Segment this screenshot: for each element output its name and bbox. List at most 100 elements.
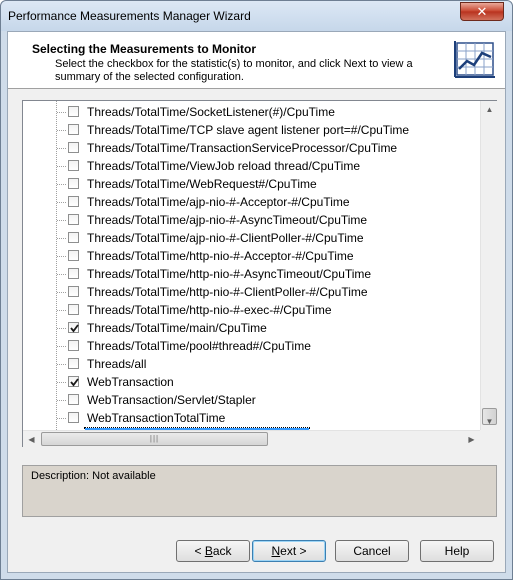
tree-item-checkbox[interactable] bbox=[68, 250, 79, 261]
tree-item-checkbox[interactable] bbox=[68, 304, 79, 315]
wizard-header: Selecting the Measurements to Monitor Se… bbox=[8, 32, 505, 89]
tree-item-label[interactable]: Threads/TotalTime/http-nio-#-Acceptor-#/… bbox=[85, 248, 356, 264]
tree-branch-line bbox=[57, 382, 66, 383]
vertical-scrollbar[interactable]: ▲ ▼ bbox=[480, 101, 497, 430]
tree-branch-line bbox=[57, 112, 66, 113]
tree-item-checkbox[interactable] bbox=[68, 160, 79, 171]
description-text: Description: Not available bbox=[31, 470, 156, 482]
back-button[interactable]: < Back bbox=[176, 540, 250, 562]
tree-branch-line bbox=[57, 148, 66, 149]
tree-item-label[interactable]: Threads/TotalTime/ajp-nio-#-ClientPoller… bbox=[85, 230, 366, 246]
tree-item-checkbox[interactable] bbox=[68, 106, 79, 117]
tree-item[interactable]: Threads/all bbox=[23, 355, 480, 373]
tree-item-label[interactable]: Threads/TotalTime/TransactionServiceProc… bbox=[85, 140, 399, 156]
tree-item[interactable]: WebTransaction bbox=[23, 373, 480, 391]
tree-branch-line bbox=[57, 346, 66, 347]
back-label: ack bbox=[212, 544, 232, 558]
page-title: Selecting the Measurements to Monitor bbox=[32, 42, 257, 56]
tree-branch-line bbox=[57, 400, 66, 401]
description-panel: Description: Not available bbox=[22, 465, 497, 517]
tree-branch-line bbox=[57, 220, 66, 221]
tree-item-label[interactable]: Threads/TotalTime/SocketListener(#)/CpuT… bbox=[85, 104, 337, 120]
help-button[interactable]: Help bbox=[420, 540, 494, 562]
tree-item[interactable]: Threads/TotalTime/SocketListener(#)/CpuT… bbox=[23, 103, 480, 121]
tree-item-checkbox[interactable] bbox=[68, 142, 79, 153]
tree-item[interactable]: Threads/TotalTime/main/CpuTime bbox=[23, 319, 480, 337]
tree-item-checkbox[interactable] bbox=[68, 196, 79, 207]
chart-icon bbox=[454, 41, 495, 78]
tree-item[interactable]: Threads/TotalTime/ajp-nio-#-AsyncTimeout… bbox=[23, 211, 480, 229]
close-icon[interactable]: ✕ bbox=[460, 2, 504, 21]
tree-branch-line bbox=[57, 310, 66, 311]
window-title: Performance Measurements Manager Wizard bbox=[8, 9, 251, 23]
tree-item-label[interactable]: Threads/TotalTime/main/CpuTime bbox=[85, 320, 269, 336]
tree-item-checkbox[interactable] bbox=[68, 340, 79, 351]
scroll-left-arrow-icon[interactable]: ◀ bbox=[23, 431, 40, 448]
tree-item-checkbox[interactable] bbox=[68, 124, 79, 135]
scrollbar-corner bbox=[480, 430, 497, 447]
tree-item-checkbox[interactable] bbox=[68, 214, 79, 225]
tree-item-label[interactable]: Threads/TotalTime/http-nio-#-exec-#/CpuT… bbox=[85, 302, 334, 318]
tree-item-checkbox[interactable] bbox=[68, 232, 79, 243]
scroll-up-arrow-icon[interactable]: ▲ bbox=[481, 101, 498, 118]
tree-item[interactable]: Threads/TotalTime/WebRequest#/CpuTime bbox=[23, 175, 480, 193]
tree-item[interactable]: Threads/TotalTime/ajp-nio-#-ClientPoller… bbox=[23, 229, 480, 247]
tree-item[interactable]: WebTransaction/Servlet/Stapler bbox=[23, 391, 480, 409]
tree-item-label[interactable]: Threads/TotalTime/pool#thread#/CpuTime bbox=[85, 338, 313, 354]
tree-item-checkbox[interactable] bbox=[68, 358, 79, 369]
tree-item[interactable]: Threads/TotalTime/http-nio-#-exec-#/CpuT… bbox=[23, 301, 480, 319]
tree-item[interactable]: Threads/TotalTime/ajp-nio-#-Acceptor-#/C… bbox=[23, 193, 480, 211]
horizontal-scrollbar[interactable]: ◀ ||| ▶ bbox=[23, 430, 480, 447]
tree-item[interactable]: Threads/TotalTime/TransactionServiceProc… bbox=[23, 139, 480, 157]
tree-item-checkbox[interactable] bbox=[68, 412, 79, 423]
measurements-tree[interactable]: Threads/TotalTime/SocketListener(#)/CpuT… bbox=[22, 100, 497, 447]
tree-item-checkbox[interactable] bbox=[68, 286, 79, 297]
tree-item[interactable]: Threads/TotalTime/TCP slave agent listen… bbox=[23, 121, 480, 139]
tree-item[interactable]: WebTransactionTotalTime bbox=[23, 409, 480, 427]
page-description: Select the checkbox for the statistic(s)… bbox=[55, 58, 413, 83]
tree-item-checkbox[interactable] bbox=[68, 268, 79, 279]
tree-branch-line bbox=[57, 130, 66, 131]
tree-rows: Threads/TotalTime/SocketListener(#)/CpuT… bbox=[23, 101, 480, 430]
tree-branch-line bbox=[57, 418, 66, 419]
next-button[interactable]: Next > bbox=[252, 540, 326, 562]
tree-item[interactable]: Threads/TotalTime/http-nio-#-ClientPolle… bbox=[23, 283, 480, 301]
tree-branch-line bbox=[57, 238, 66, 239]
tree-item-label[interactable]: Threads/TotalTime/http-nio-#-AsyncTimeou… bbox=[85, 266, 373, 282]
tree-item-checkbox[interactable] bbox=[68, 178, 79, 189]
next-mnemonic: N bbox=[271, 544, 281, 558]
tree-item-label[interactable]: WebTransactionTotalTime bbox=[85, 410, 227, 426]
tree-item[interactable]: Threads/TotalTime/http-nio-#-Acceptor-#/… bbox=[23, 247, 480, 265]
tree-item[interactable]: Threads/TotalTime/pool#thread#/CpuTime bbox=[23, 337, 480, 355]
tree-item-label[interactable]: Threads/TotalTime/TCP slave agent listen… bbox=[85, 122, 411, 138]
tree-item-label[interactable]: Threads/TotalTime/WebRequest#/CpuTime bbox=[85, 176, 319, 192]
tree-item-label[interactable]: Threads/all bbox=[85, 356, 148, 372]
tree-item-label[interactable]: WebTransaction bbox=[85, 374, 176, 390]
scroll-down-arrow-icon[interactable]: ▼ bbox=[481, 413, 498, 430]
tree-branch-line bbox=[57, 274, 66, 275]
tree-item-checkbox[interactable] bbox=[68, 394, 79, 405]
tree-item[interactable]: Threads/TotalTime/http-nio-#-AsyncTimeou… bbox=[23, 265, 480, 283]
checkmark-icon bbox=[70, 324, 79, 333]
horizontal-scroll-thumb[interactable]: ||| bbox=[41, 432, 268, 446]
cancel-button[interactable]: Cancel bbox=[335, 540, 409, 562]
scroll-right-arrow-icon[interactable]: ▶ bbox=[463, 431, 480, 448]
tree-item-label[interactable]: WebTransaction/Servlet/Stapler bbox=[85, 392, 258, 408]
checkmark-icon bbox=[70, 378, 79, 387]
tree-branch-line bbox=[57, 328, 66, 329]
wizard-client-area: Selecting the Measurements to Monitor Se… bbox=[7, 31, 506, 573]
tree-item-label[interactable]: Threads/TotalTime/http-nio-#-ClientPolle… bbox=[85, 284, 370, 300]
tree-item[interactable]: Threads/TotalTime/ViewJob reload thread/… bbox=[23, 157, 480, 175]
wizard-window: Performance Measurements Manager Wizard … bbox=[0, 0, 513, 580]
tree-branch-line bbox=[57, 166, 66, 167]
next-label: ext > bbox=[280, 544, 307, 558]
tree-item-label[interactable]: Threads/TotalTime/ajp-nio-#-AsyncTimeout… bbox=[85, 212, 369, 228]
tree-item-label[interactable]: Threads/TotalTime/ViewJob reload thread/… bbox=[85, 158, 362, 174]
tree-item-label[interactable]: Threads/TotalTime/ajp-nio-#-Acceptor-#/C… bbox=[85, 194, 352, 210]
back-prefix: < bbox=[194, 544, 205, 558]
title-bar[interactable]: Performance Measurements Manager Wizard … bbox=[1, 1, 512, 31]
tree-branch-line bbox=[57, 202, 66, 203]
tree-item-checkbox[interactable] bbox=[68, 376, 79, 387]
back-mnemonic: B bbox=[204, 544, 213, 558]
tree-item-checkbox[interactable] bbox=[68, 322, 79, 333]
